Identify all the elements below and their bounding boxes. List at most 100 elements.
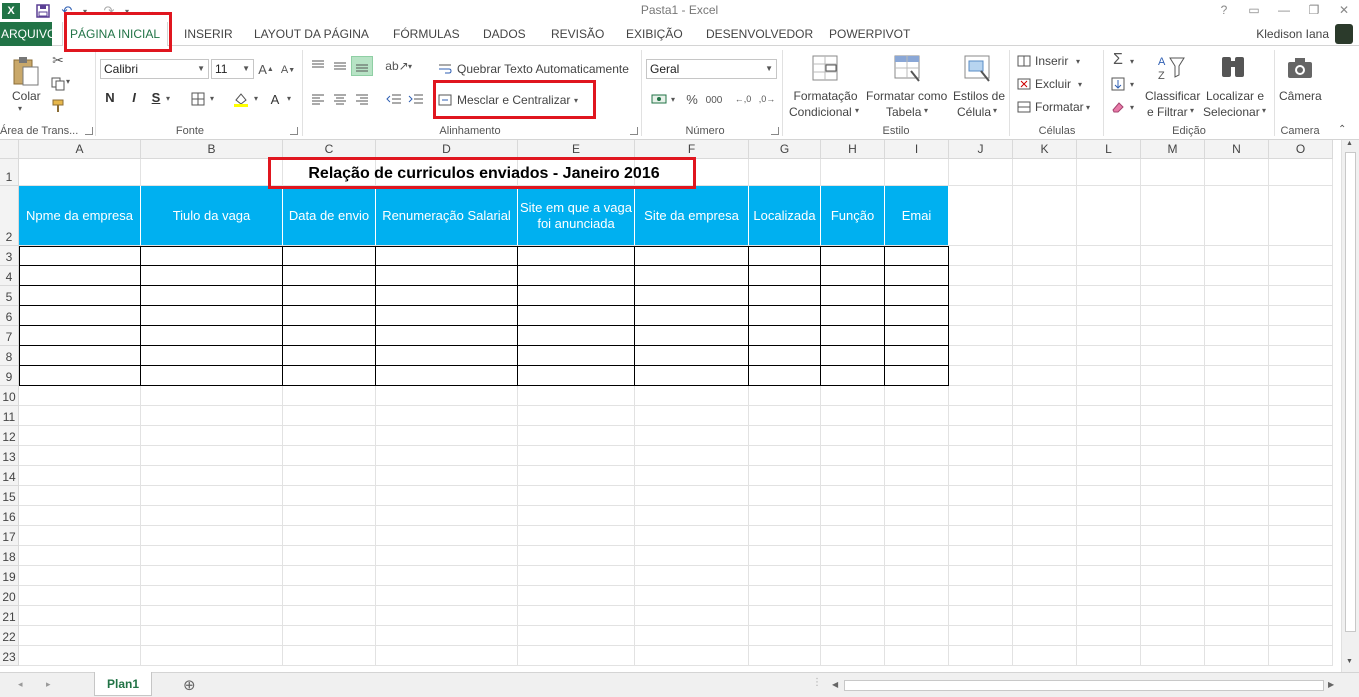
cell-styles-label[interactable]: Célula xyxy=(957,105,991,119)
vertical-scroll-thumb[interactable] xyxy=(1345,152,1356,632)
table-cell[interactable] xyxy=(885,266,949,286)
table-cell[interactable] xyxy=(885,346,949,366)
tab-revisao[interactable]: REVISÃO xyxy=(551,22,604,46)
table-cell[interactable] xyxy=(283,246,376,266)
next-sheet-icon[interactable]: ▸ xyxy=(46,679,51,690)
align-center-icon[interactable] xyxy=(332,92,348,106)
add-sheet-icon[interactable]: ⊕ xyxy=(183,676,196,694)
table-cell[interactable] xyxy=(749,346,821,366)
number-format-select[interactable]: Geral ▼ xyxy=(646,59,777,79)
tab-exibicao[interactable]: EXIBIÇÃO xyxy=(626,22,683,46)
autosum-icon[interactable]: Σ xyxy=(1110,51,1126,68)
column-header-i[interactable]: I xyxy=(885,140,949,159)
table-cell[interactable] xyxy=(821,266,885,286)
number-launcher-icon[interactable] xyxy=(771,127,779,135)
table-header-cell[interactable]: Tiulo da vaga xyxy=(141,186,283,245)
bold-button[interactable]: N xyxy=(103,90,117,105)
table-cell[interactable] xyxy=(635,326,749,346)
table-header-cell[interactable]: Npme da empresa xyxy=(19,186,141,245)
table-cell[interactable] xyxy=(821,246,885,266)
row-header-12[interactable]: 12 xyxy=(0,426,19,446)
table-cell[interactable] xyxy=(635,366,749,386)
column-header-b[interactable]: B xyxy=(141,140,283,159)
delete-dropdown-icon[interactable]: ▾ xyxy=(1078,80,1082,89)
thousands-button[interactable]: 000 xyxy=(704,92,724,108)
minimize-icon[interactable]: — xyxy=(1269,0,1299,20)
format-as-table-icon[interactable] xyxy=(892,52,922,84)
table-cell[interactable] xyxy=(821,326,885,346)
align-left-icon[interactable] xyxy=(310,92,326,106)
table-cell[interactable] xyxy=(635,346,749,366)
spreadsheet-grid[interactable]: A B C D E F G H I J K L M N O 1 2 3 4 5 6 7 8 9 10 11 12 13 14 15 16 17… xyxy=(0,140,1359,672)
table-cell[interactable] xyxy=(885,326,949,346)
table-cell[interactable] xyxy=(141,306,283,326)
table-cell[interactable] xyxy=(19,346,141,366)
table-cell[interactable] xyxy=(283,286,376,306)
sheet-tab-plan1[interactable]: Plan1 xyxy=(94,672,152,696)
decrease-decimal-icon[interactable]: ,0→ xyxy=(757,91,777,107)
row-header-1[interactable]: 1 xyxy=(0,159,19,186)
table-cell[interactable] xyxy=(635,246,749,266)
orientation-dropdown-icon[interactable]: ▾ xyxy=(408,62,412,71)
row-header-16[interactable]: 16 xyxy=(0,506,19,526)
table-cell[interactable] xyxy=(19,246,141,266)
font-launcher-icon[interactable] xyxy=(290,127,298,135)
table-cell[interactable] xyxy=(518,326,635,346)
fill-dropdown-icon[interactable]: ▾ xyxy=(1130,80,1134,89)
font-name-select[interactable]: Calibri ▼ xyxy=(100,59,209,79)
table-cell[interactable] xyxy=(749,266,821,286)
table-header-cell[interactable]: Data de envio xyxy=(283,186,376,245)
table-cell[interactable] xyxy=(518,286,635,306)
alignment-launcher-icon[interactable] xyxy=(630,127,638,135)
table-cell[interactable] xyxy=(885,366,949,386)
find-select-icon[interactable] xyxy=(1217,52,1249,84)
increase-font-icon[interactable]: A ▲ xyxy=(258,60,274,78)
column-header-f[interactable]: F xyxy=(635,140,749,159)
table-cell[interactable] xyxy=(141,346,283,366)
font-color-dropdown-icon[interactable]: ▾ xyxy=(287,94,291,103)
conditional-formatting-button[interactable]: Formatação xyxy=(793,89,858,103)
row-header-23[interactable]: 23 xyxy=(0,646,19,666)
table-cell[interactable] xyxy=(635,286,749,306)
delete-cells-button[interactable]: Excluir xyxy=(1035,77,1071,91)
table-cell[interactable] xyxy=(19,366,141,386)
table-cell[interactable] xyxy=(885,246,949,266)
table-cell[interactable] xyxy=(141,286,283,306)
restore-icon[interactable]: ❐ xyxy=(1299,0,1329,20)
format-cells-icon[interactable] xyxy=(1016,100,1032,114)
row-header-20[interactable]: 20 xyxy=(0,586,19,606)
conditional-dropdown-icon[interactable]: ▾ xyxy=(855,106,859,115)
merge-center-icon[interactable] xyxy=(437,93,453,107)
autosum-dropdown-icon[interactable]: ▾ xyxy=(1130,57,1134,66)
align-top-icon[interactable] xyxy=(310,58,326,72)
vertical-scrollbar[interactable]: ▲ ▼ xyxy=(1341,140,1359,672)
orientation-icon[interactable]: ab↗ xyxy=(385,58,408,74)
column-header-j[interactable]: J xyxy=(949,140,1013,159)
copy-icon[interactable] xyxy=(50,76,66,92)
row-header-17[interactable]: 17 xyxy=(0,526,19,546)
column-header-n[interactable]: N xyxy=(1205,140,1269,159)
table-cell[interactable] xyxy=(518,266,635,286)
column-header-c[interactable]: C xyxy=(283,140,376,159)
tab-pagina-inicial[interactable]: PÁGINA INICIAL xyxy=(62,22,168,47)
currency-icon[interactable] xyxy=(650,91,668,107)
table-cell[interactable] xyxy=(141,326,283,346)
column-header-l[interactable]: L xyxy=(1077,140,1141,159)
column-header-d[interactable]: D xyxy=(376,140,518,159)
table-cell[interactable] xyxy=(141,366,283,386)
collapse-ribbon-icon[interactable]: ⌃ xyxy=(1338,124,1346,135)
copy-dropdown-icon[interactable]: ▾ xyxy=(66,77,70,86)
horizontal-scroll-thumb[interactable] xyxy=(844,680,1324,691)
clipboard-launcher-icon[interactable] xyxy=(85,127,93,135)
decrease-font-icon[interactable]: A ▼ xyxy=(280,61,296,79)
row-header-7[interactable]: 7 xyxy=(0,326,19,346)
row-header-4[interactable]: 4 xyxy=(0,266,19,286)
cell-styles-button[interactable]: Estilos de xyxy=(953,89,1005,103)
column-header-m[interactable]: M xyxy=(1141,140,1205,159)
table-cell[interactable] xyxy=(376,346,518,366)
format-cells-button[interactable]: Formatar xyxy=(1035,100,1084,114)
table-cell[interactable] xyxy=(376,366,518,386)
merge-dropdown-icon[interactable]: ▾ xyxy=(574,96,578,105)
scroll-down-icon[interactable]: ▼ xyxy=(1346,658,1353,665)
align-bottom-icon[interactable] xyxy=(351,56,373,76)
